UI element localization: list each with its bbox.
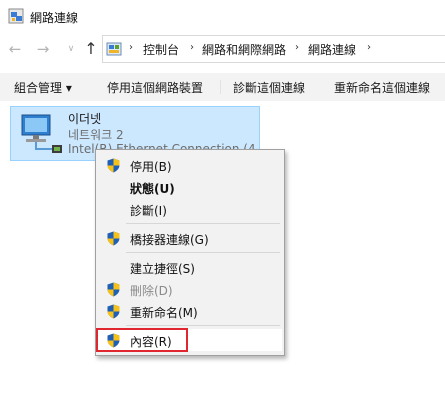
ethernet-adapter-icon xyxy=(21,114,62,153)
rename-connection-button[interactable]: 重新命名這個連線 xyxy=(334,79,430,96)
menu-item-label: 重新命名(M) xyxy=(130,306,198,320)
network-connections-icon xyxy=(8,8,24,24)
menu-item-status[interactable]: 狀態(U) xyxy=(98,176,282,198)
breadcrumb-network-connections[interactable]: 網路連線 xyxy=(308,41,356,58)
menu-item-label: 停用(B) xyxy=(130,160,172,174)
menu-item-label: 刪除(D) xyxy=(130,284,173,298)
disable-device-button[interactable]: 停用這個網路裝置 xyxy=(107,79,203,96)
menu-separator xyxy=(126,325,280,326)
menu-item-create-shortcut[interactable]: 建立捷徑(S) xyxy=(98,256,282,278)
menu-item-rename[interactable]: 重新命名(M) xyxy=(98,300,282,322)
organize-button[interactable]: 組合管理 ▾ xyxy=(14,79,72,96)
menu-item-label: 橋接器連線(G) xyxy=(130,233,209,247)
menu-item-label: 診斷(I) xyxy=(130,204,167,218)
chevron-down-icon[interactable]: ∨ xyxy=(62,40,80,58)
breadcrumb-separator-icon[interactable]: › xyxy=(190,42,194,53)
window-title: 網路連線 xyxy=(30,11,79,25)
arrow-right-icon[interactable]: → xyxy=(34,40,52,58)
menu-item-label: 建立捷徑(S) xyxy=(130,262,195,276)
control-panel-icon xyxy=(106,42,122,56)
breadcrumb-separator-icon[interactable]: › xyxy=(129,42,133,53)
menu-separator xyxy=(126,252,280,253)
diagnose-connection-button[interactable]: 診斷這個連線 xyxy=(233,79,305,96)
highlight-outline xyxy=(96,328,188,352)
command-divider xyxy=(220,80,221,94)
uac-shield-icon xyxy=(107,158,120,173)
menu-item-disable[interactable]: 停用(B) xyxy=(98,154,282,176)
arrow-up-icon[interactable]: ↑ xyxy=(82,40,100,58)
context-menu: 停用(B) 狀態(U) 診斷(I) 橋接器連線(G) 建立捷徑(S) 刪除(D) xyxy=(95,149,285,356)
arrow-left-icon[interactable]: ← xyxy=(6,40,24,58)
menu-item-delete: 刪除(D) xyxy=(98,278,282,300)
breadcrumb-network-internet[interactable]: 網路和網際網路 xyxy=(202,41,286,58)
uac-shield-icon xyxy=(107,304,120,319)
breadcrumb-separator-icon[interactable]: › xyxy=(367,42,371,53)
adapter-network: 네트워크 2 xyxy=(68,128,124,142)
adapter-name: 이더넷 xyxy=(68,112,102,126)
address-bar[interactable]: › 控制台 › 網路和網際網路 › 網路連線 › xyxy=(102,35,445,63)
menu-item-diagnose[interactable]: 診斷(I) xyxy=(98,198,282,220)
breadcrumb-separator-icon[interactable]: › xyxy=(295,42,299,53)
breadcrumb-control-panel[interactable]: 控制台 xyxy=(143,41,179,58)
uac-shield-icon xyxy=(107,282,120,297)
uac-shield-icon xyxy=(107,231,120,246)
menu-separator xyxy=(126,223,280,224)
title-bar: 網路連線 xyxy=(0,0,445,34)
menu-item-bridge[interactable]: 橋接器連線(G) xyxy=(98,227,282,249)
command-bar: 組合管理 ▾ 停用這個網路裝置 診斷這個連線 重新命名這個連線 xyxy=(0,73,445,101)
menu-item-label: 狀態(U) xyxy=(130,182,175,196)
